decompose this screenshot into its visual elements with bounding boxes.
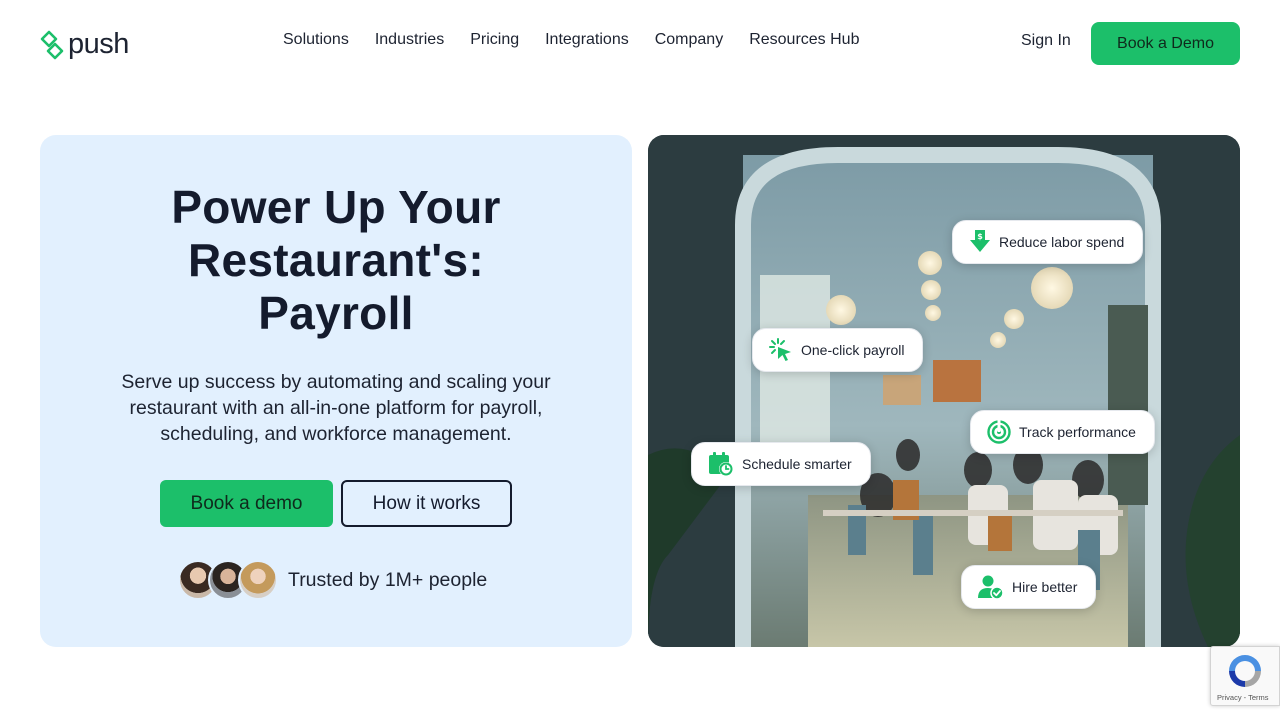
avatar-group	[178, 560, 278, 600]
nav-company[interactable]: Company	[655, 31, 723, 49]
hero-image-panel: $ Reduce labor spend One-click payroll T…	[648, 135, 1240, 647]
site-header: push Solutions Industries Pricing Integr…	[0, 0, 1280, 84]
nav-resources-hub[interactable]: Resources Hub	[749, 31, 859, 49]
nav-integrations[interactable]: Integrations	[545, 31, 629, 49]
push-logo[interactable]: push	[40, 28, 129, 61]
target-gauge-icon	[987, 420, 1011, 444]
push-logo-icon	[40, 30, 64, 59]
feature-label: Hire better	[1012, 579, 1078, 595]
feature-pill-hire-better: Hire better	[961, 565, 1097, 609]
svg-text:$: $	[977, 232, 983, 241]
hero-title: Power Up Your Restaurant's: Payroll	[40, 181, 632, 340]
nav-industries[interactable]: Industries	[375, 31, 444, 49]
feature-pill-one-click-payroll: One-click payroll	[752, 328, 924, 372]
feature-pill-track-performance: Track performance	[970, 410, 1155, 454]
feature-label: Schedule smarter	[742, 456, 852, 472]
recaptcha-badge[interactable]: Privacy - Terms	[1210, 646, 1280, 706]
hero-text-panel: Power Up Your Restaurant's: Payroll Serv…	[40, 135, 632, 647]
user-check-icon	[978, 575, 1004, 600]
main-nav: Solutions Industries Pricing Integration…	[283, 31, 859, 49]
book-demo-header-button[interactable]: Book a Demo	[1091, 22, 1240, 65]
feature-label: Reduce labor spend	[999, 234, 1125, 250]
recaptcha-links[interactable]: Privacy - Terms	[1217, 693, 1269, 702]
feature-label: Track performance	[1019, 424, 1136, 440]
feature-pill-schedule-smarter: Schedule smarter	[691, 442, 871, 486]
hero-subtitle: Serve up success by automating and scali…	[121, 371, 551, 445]
recaptcha-icon	[1229, 655, 1261, 687]
hero-title-line-2: Restaurant's:	[187, 234, 485, 286]
restaurant-photo	[648, 135, 1240, 647]
logo-text: push	[68, 28, 129, 60]
feature-label: One-click payroll	[801, 342, 905, 358]
how-it-works-button[interactable]: How it works	[341, 480, 512, 527]
nav-pricing[interactable]: Pricing	[470, 31, 519, 49]
calendar-clock-icon	[709, 452, 733, 476]
dollar-down-arrow-icon: $	[970, 230, 990, 252]
trusted-badge: Trusted by 1M+ people	[178, 560, 487, 600]
feature-pill-reduce-labor: $ Reduce labor spend	[952, 220, 1144, 264]
sign-in-link[interactable]: Sign In	[1021, 32, 1071, 50]
cursor-click-icon	[769, 338, 791, 361]
book-demo-button[interactable]: Book a demo	[160, 480, 333, 527]
nav-solutions[interactable]: Solutions	[283, 31, 349, 49]
avatar	[238, 560, 278, 600]
hero-title-line-1: Power Up Your	[171, 181, 501, 233]
trusted-text: Trusted by 1M+ people	[288, 568, 488, 591]
hero-cta-row: Book a demo How it works	[160, 480, 512, 527]
hero-title-line-3: Payroll	[258, 287, 414, 339]
